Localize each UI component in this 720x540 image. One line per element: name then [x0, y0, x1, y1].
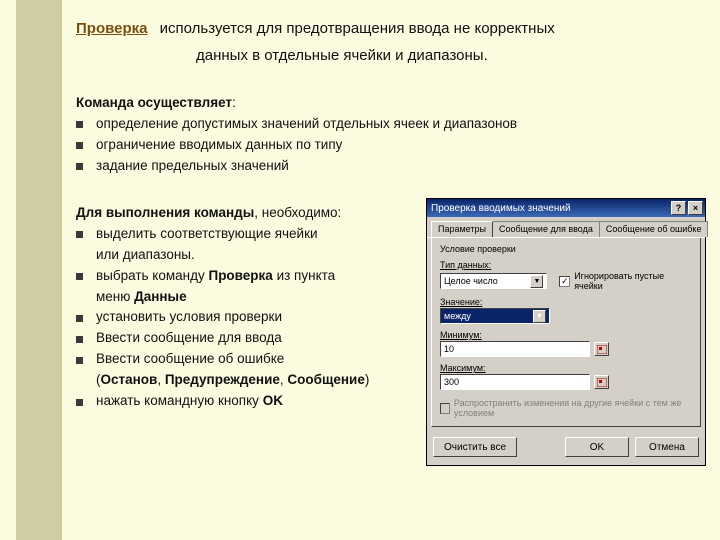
list-item: Ввести сообщение для ввода [76, 328, 432, 349]
clear-all-button[interactable]: Очистить все [433, 437, 517, 457]
section2-heading: Для выполнения команды, необходимо: [76, 205, 432, 220]
list-item: задание предельных значений [76, 156, 704, 177]
title-rest-1: используется для предотвращения ввода не… [160, 20, 555, 37]
group-label: Условие проверки [440, 244, 692, 254]
tab-parameters[interactable]: Параметры [431, 221, 493, 237]
list-item: установить условия проверки [76, 307, 432, 328]
cancel-button[interactable]: Отмена [635, 437, 699, 457]
value-label: Значение: [440, 297, 692, 307]
dialog-titlebar: Проверка вводимых значений ? × [427, 199, 705, 217]
list-item: нажать командную кнопку OK [76, 391, 432, 412]
list-item: выделить соответствующие ячейки или диап… [76, 224, 432, 266]
min-label: Минимум: [440, 330, 692, 340]
close-button[interactable]: × [688, 201, 703, 215]
type-label: Тип данных: [440, 260, 692, 270]
help-button[interactable]: ? [671, 201, 686, 215]
type-select[interactable]: Целое число ▼ [440, 273, 547, 289]
section1-list: определение допустимых значений отдельны… [76, 114, 704, 177]
title-line-2: данных в отдельные ячейки и диапазоны. [76, 45, 704, 68]
tab-panel: Условие проверки Тип данных: Целое число… [431, 238, 701, 427]
range-picker-icon[interactable] [594, 342, 609, 356]
chevron-down-icon: ▼ [533, 310, 546, 323]
list-item: определение допустимых значений отдельны… [76, 114, 704, 135]
dialog-buttons: Очистить все OK Отмена [427, 431, 705, 465]
title-link: Проверка [76, 20, 147, 37]
section1-heading: Команда осуществляет: [76, 95, 704, 110]
tab-error-message[interactable]: Сообщение об ошибке [599, 221, 709, 237]
dialog-title: Проверка вводимых значений [431, 203, 669, 214]
list-item: ограничение вводимых данных по типу [76, 135, 704, 156]
range-picker-icon[interactable] [594, 375, 609, 389]
tab-row: Параметры Сообщение для ввода Сообщение … [427, 217, 705, 238]
min-input[interactable]: 10 [440, 341, 590, 357]
validation-dialog: Проверка вводимых значений ? × Параметры… [426, 198, 706, 466]
section2-list: выделить соответствующие ячейки или диап… [76, 224, 432, 412]
list-item: Ввести сообщение об ошибке (Останов, Пре… [76, 349, 432, 391]
list-item: выбрать команду Проверка из пункта меню … [76, 266, 432, 308]
chevron-down-icon: ▼ [530, 275, 543, 288]
tab-input-message[interactable]: Сообщение для ввода [492, 221, 600, 237]
ok-button[interactable]: OK [565, 437, 629, 457]
max-input[interactable]: 300 [440, 374, 590, 390]
max-label: Максимум: [440, 363, 692, 373]
ignore-empty-checkbox[interactable]: ✓ Игнорировать пустые ячейки [559, 271, 692, 291]
spread-checkbox: Распространить изменения на другие ячейк… [440, 398, 692, 418]
title-line-1: Проверка используется для предотвращения… [76, 18, 704, 41]
decorative-sidebar [16, 0, 62, 540]
value-select[interactable]: между ▼ [440, 308, 550, 324]
